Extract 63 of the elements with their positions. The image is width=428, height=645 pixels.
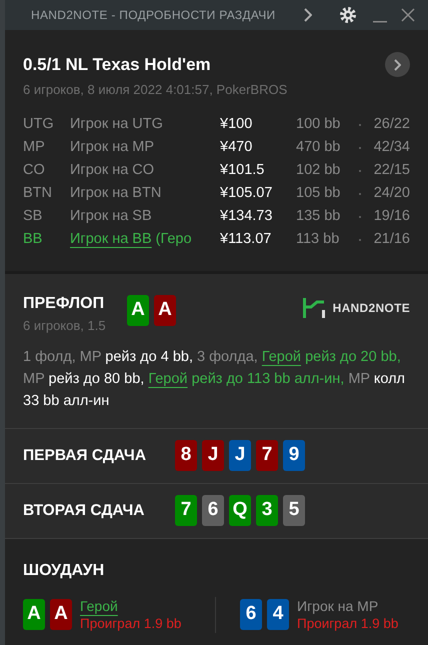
- result-text: Проиграл 1.9 bb: [297, 614, 398, 632]
- playing-card: 6: [202, 495, 224, 526]
- player-name: Игрок на BTN: [70, 184, 162, 203]
- playing-card: A: [154, 295, 176, 326]
- section-title: ПЕРВАЯ СДАЧА: [23, 446, 148, 466]
- player-stack: ¥100: [220, 114, 254, 134]
- logo-text: HAND2NOTE: [332, 300, 410, 317]
- chevron-right-icon[interactable]: [385, 52, 410, 78]
- stack-bb: 470 bb: [296, 138, 342, 157]
- section-subtitle: 6 игроков, 1.5: [23, 317, 107, 335]
- player-position: CO: [23, 160, 46, 180]
- playing-card: 7: [256, 440, 278, 471]
- player-stats: 26/22: [374, 114, 410, 134]
- player-name: Игрок на CO: [70, 160, 154, 180]
- stack-bb: 100 bb: [296, 114, 342, 134]
- player-stack: ¥101.5: [220, 160, 266, 180]
- playing-card: 6: [240, 599, 262, 630]
- player-stack: ¥105.07: [220, 184, 274, 203]
- hand-subtitle: 6 игроков, 8 июля 2022 4:01:57, PokerBROS: [23, 80, 288, 99]
- section-title: ВТОРАЯ СДАЧА: [23, 500, 146, 521]
- playing-card: 9: [283, 440, 305, 471]
- playing-card: 7: [175, 495, 197, 526]
- playing-card: 8: [175, 440, 197, 471]
- result-text: Проиграл 1.9 bb: [80, 614, 182, 632]
- action-log: 1 фолд, MP рейз до 4 bb, 3 фолда, Герой рейз до 20 bb, MP рейз до 80 bb, Герой рейз до 113 bb алл-ин, MP колл 33 bb алл-ин: [23, 348, 406, 410]
- playing-card: J: [229, 440, 251, 471]
- stack-bb: 135 bb: [296, 206, 342, 226]
- playing-card: A: [127, 295, 149, 326]
- player-stats: 24/20: [374, 184, 410, 203]
- player-position: BB: [23, 230, 44, 249]
- playing-card: A: [23, 599, 45, 630]
- playing-card: 4: [267, 599, 289, 630]
- player-position: BTN: [23, 184, 53, 203]
- section-title: ШОУДАУН: [23, 560, 106, 580]
- player-stats: 42/34: [374, 138, 410, 157]
- player-note: (Геро: [156, 230, 192, 249]
- playing-card: 3: [256, 495, 278, 526]
- player-stats: 19/16: [374, 206, 410, 226]
- hand-title: 0.5/1 NL Texas Hold'em: [23, 54, 211, 76]
- playing-card: Q: [229, 495, 251, 526]
- player-stats: 21/16: [374, 230, 410, 249]
- player-name[interactable]: Герой: [80, 596, 118, 614]
- player-position: SB: [23, 206, 44, 226]
- player-position: UTG: [23, 114, 55, 134]
- stack-bb: 113 bb: [296, 230, 340, 249]
- player-name[interactable]: Игрок на BB: [70, 228, 152, 250]
- player-name: Игрок на MP: [70, 138, 154, 157]
- player-stack: ¥134.73: [220, 206, 274, 226]
- stack-bb: 105 bb: [296, 184, 342, 203]
- logo-icon: [302, 298, 325, 318]
- player-name: Игрок на SB: [70, 206, 152, 226]
- playing-card: J: [202, 440, 224, 471]
- window-title: HAND2NOTE - ПОДРОБНОСТИ РАЗДАЧИ: [31, 7, 276, 24]
- section-title: ПРЕФЛОП: [23, 294, 106, 314]
- player-name: Игрок на MP: [297, 596, 378, 614]
- player-stack: ¥113.07: [220, 230, 272, 249]
- stack-bb: 102 bb: [296, 160, 342, 180]
- player-name: Игрок на UTG: [70, 114, 163, 134]
- player-stats: 22/15: [374, 160, 410, 180]
- playing-card: A: [50, 599, 72, 630]
- player-stack: ¥470: [220, 138, 254, 157]
- player-position: MP: [23, 138, 46, 157]
- playing-card: 5: [283, 495, 305, 526]
